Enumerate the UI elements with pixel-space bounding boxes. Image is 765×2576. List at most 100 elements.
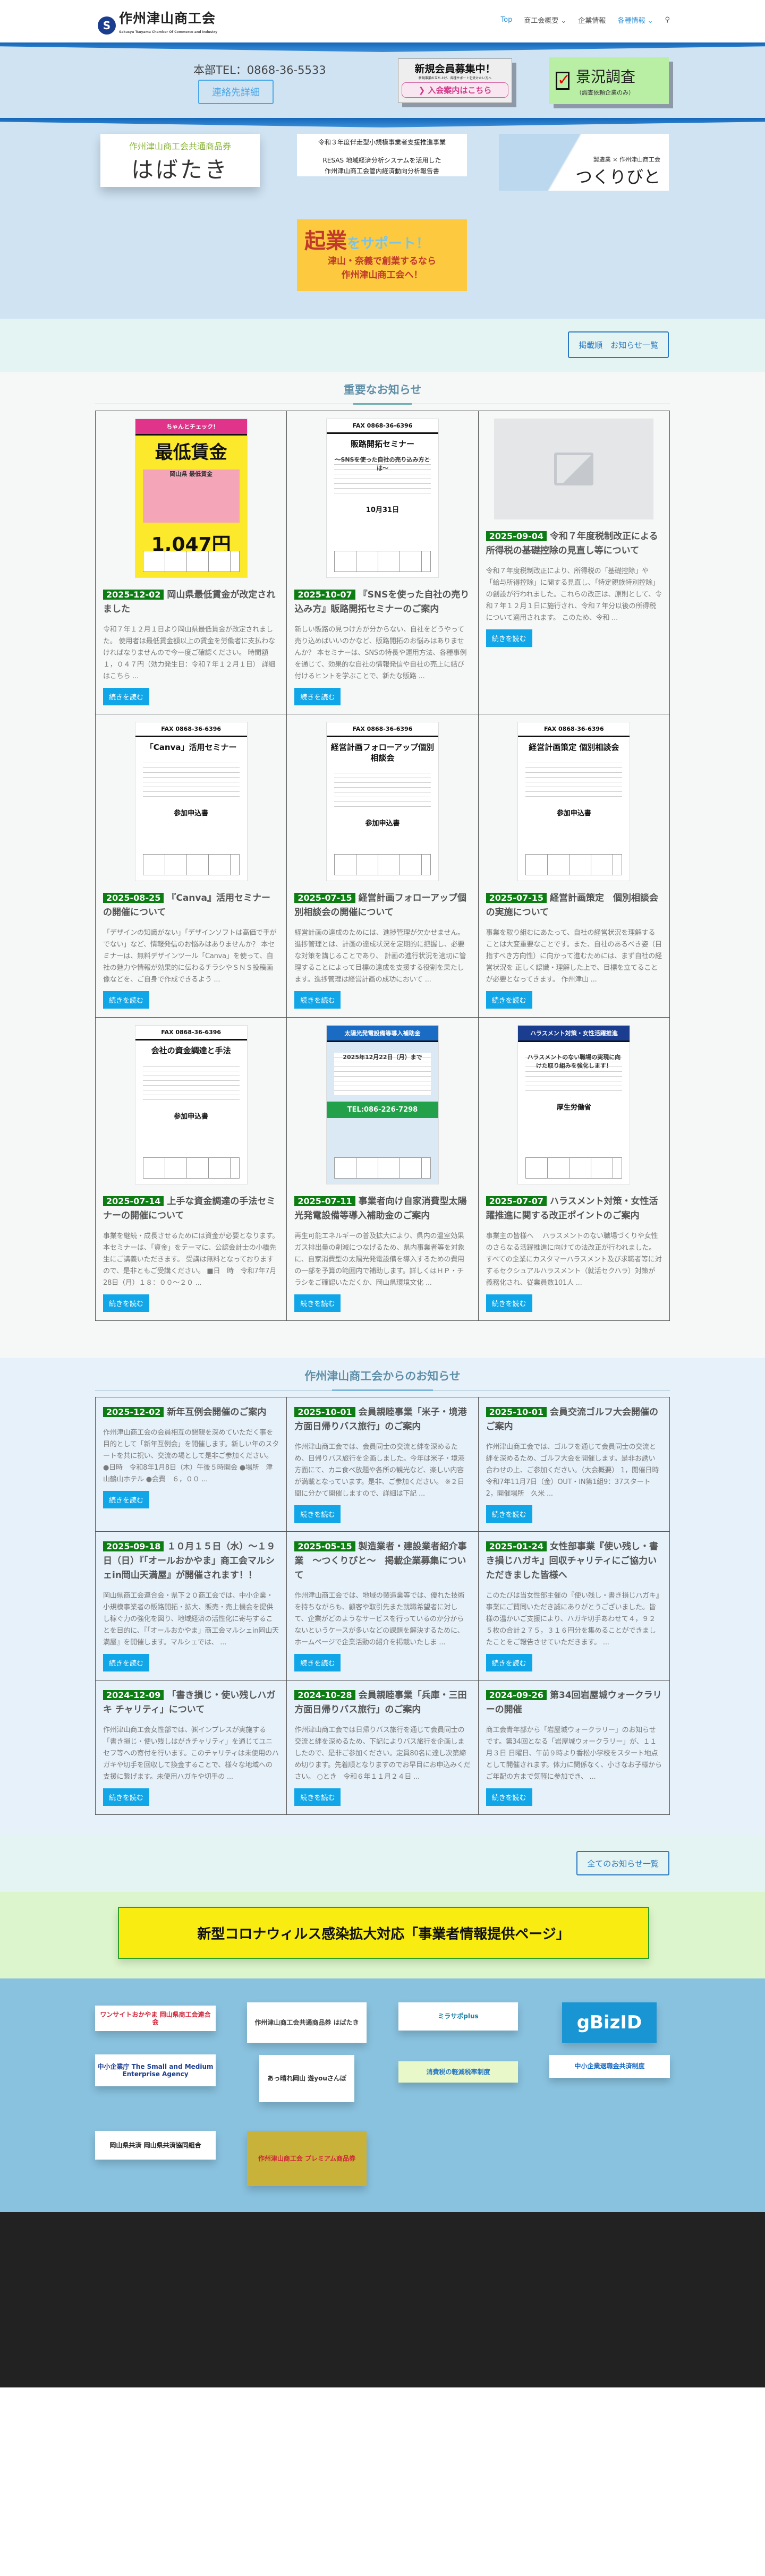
notice-title[interactable]: 2025-09-18 １０月１５日（水）～１９日（日）『「オールおかやま」商工会マ… [103, 1539, 279, 1583]
read-more-button[interactable]: 続きを読む [103, 1654, 150, 1671]
notice-card: ちゃんとチェック! 最低賃金 岡山県 最低賃金 1,047円 2025-12-0… [96, 411, 287, 714]
phone-number: 本部TEL：0868-36-5533 [193, 64, 326, 76]
nav-item[interactable]: 各種情報 ⌄ [617, 15, 653, 25]
link-banner-keigen-zeiritsu[interactable]: 消費税の軽減税率制度 [398, 2061, 518, 2083]
read-more-button[interactable]: 続きを読む [486, 1294, 532, 1312]
read-more-button[interactable]: 続きを読む [486, 1654, 532, 1671]
notice-title[interactable]: 2024-10-28 会員親睦事業「兵庫・三田方面日帰りバス旅行」のご案内 [294, 1688, 470, 1717]
notice-title[interactable]: 2025-07-11 事業者向け自家消費型太陽光発電設備等導入補助金のご案内 [294, 1194, 470, 1223]
notice-list-button[interactable]: 掲載順 お知らせ一覧 [568, 331, 669, 358]
nav-item[interactable]: 商工会概要 ⌄ [524, 15, 566, 25]
flyer-footer: 参加申込書 [174, 1112, 209, 1121]
read-more-button[interactable]: 続きを読む [486, 1788, 532, 1806]
notice-date: 2025-09-04 [486, 531, 547, 541]
notice-excerpt: 作州津山商工会の会員相互の懇親を深めていただく事を目的として「新年互例会」を開催… [103, 1429, 279, 1483]
notice-title[interactable]: 2025-07-14 上手な資金調達の手法セミナーの開催について [103, 1194, 279, 1223]
banner-section: 作州津山商工会共通商品券 はばたき 令和３年度伴走型小規模事業者支援推進事業 RES… [0, 127, 765, 319]
flyer-header: ちゃんとチェック! [135, 419, 247, 436]
notice-flyer-image[interactable]: FAX 0868-36-6396 「Canva」活用セミナー 参加申込書 [134, 722, 248, 881]
nav-item[interactable]: 企業情報 [578, 15, 606, 25]
notice-flyer-image[interactable]: FAX 0868-36-6396 会社の資金調達と手法 参加申込書 [134, 1025, 248, 1184]
link-banner-gbizid[interactable]: gBizID [562, 2002, 657, 2043]
notice-title[interactable]: 2025-07-07 ハラスメント対策・女性活躍推進に関する改正ポイントのご案内 [486, 1194, 662, 1223]
notice-title[interactable]: 2025-12-02 新年互例会開催のご案内 [103, 1405, 279, 1420]
notice-title[interactable]: 2025-07-15 経営計画策定 個別相談会の実施について [486, 891, 662, 920]
notice-title[interactable]: 2025-10-01 会員交流ゴルフ大会開催のご案内 [486, 1405, 662, 1434]
notice-title[interactable]: 2024-09-26 第34回岩屋城ウォークラリーの開催 [486, 1688, 662, 1717]
notice-title[interactable]: 2025-01-24 女性部事業『使い残し・書き損じハガキ』回収チャリティにご協力… [486, 1539, 662, 1583]
link-banner-mirasapo[interactable]: ミラサポplus [398, 2002, 518, 2031]
site-footer [0, 2212, 765, 2387]
notice-date: 2025-01-24 [486, 1541, 547, 1551]
read-more-button[interactable]: 続きを読む [486, 991, 532, 1009]
notice-card: FAX 0868-36-6396 経営計画フォローアップ個別相談会 参加申込書 … [287, 714, 479, 1018]
notice-excerpt: 作州津山商工会では、会員同士の交流と絆を深めるため、日帰りバス旅行を企画しました… [294, 1443, 465, 1498]
flyer-footer: 参加申込書 [174, 809, 209, 817]
read-more-button[interactable]: 続きを読む [294, 1788, 341, 1806]
notice-flyer-image[interactable]: ハラスメント対策・女性活躍推進 ハラスメントのない職場の実現に向けた取り組みを強… [517, 1025, 631, 1184]
search-icon[interactable]: ⚲ [665, 16, 670, 24]
read-more-button[interactable]: 続きを読む [103, 688, 150, 705]
read-more-button[interactable]: 続きを読む [294, 991, 341, 1009]
corona-info-banner[interactable]: 新型コロナウィルス感染拡大対応「事業者情報提供ページ」 [118, 1907, 649, 1959]
read-more-button[interactable]: 続きを読む [294, 688, 341, 705]
notice-title[interactable]: 2024-12-09 「書き損じ・使い残しハガキ チャリティ」について [103, 1688, 279, 1717]
link-banner-okayama-kyosai[interactable]: 岡山県共済 岡山県共済協同組合 [95, 2131, 216, 2160]
notice-card: 2025-09-18 １０月１５日（水）～１９日（日）『「オールおかやま」商工会マ… [96, 1532, 287, 1681]
read-more-button[interactable]: 続きを読む [103, 1788, 150, 1806]
notice-flyer-image[interactable]: ちゃんとチェック! 最低賃金 岡山県 最低賃金 1,047円 [134, 419, 248, 578]
notice-excerpt: 再生可能エネルギーの普及拡大により、県内の温室効果ガス排出量の削減につなげるため… [294, 1232, 465, 1287]
all-notices-button[interactable]: 全てのお知らせ一覧 [576, 1851, 669, 1875]
all-notices-bar: 全てのお知らせ一覧 [0, 1836, 765, 1892]
tsukuribito-sub: 製造業 × 作州津山商工会 [593, 156, 660, 163]
link-banner-chusho-kigyo-cho[interactable]: 中小企業庁 The Small and Medium Enterprise Ag… [95, 2054, 216, 2086]
notice-date: 2025-10-07 [294, 590, 355, 600]
read-more-button[interactable]: 続きを読む [486, 1505, 532, 1523]
notice-title[interactable]: 2025-12-02 岡山県最低賃金が改定されました [103, 587, 279, 617]
notice-title[interactable]: 2025-09-04 令和７年度税制改正による所得税の基礎控除の見直し等について [486, 529, 662, 558]
read-more-button[interactable]: 続きを読む [103, 1491, 150, 1508]
notice-flyer-image[interactable]: 太陽光発電設備等導入補助金 2025年12月22日（月）まで TEL:086-2… [326, 1025, 439, 1184]
notice-flyer-image[interactable]: FAX 0868-36-6396 経営計画フォローアップ個別相談会 参加申込書 [326, 722, 439, 881]
read-more-button[interactable]: 続きを読む [294, 1654, 341, 1671]
notice-card: 2025-05-15 製造業者・建設業者紹介事業 ～つくりびと～ 掲載企業募集につ… [287, 1532, 479, 1681]
notice-flyer-image[interactable]: FAX 0868-36-6396 経営計画策定 個別相談会 参加申込書 [517, 722, 631, 881]
tsukuribito-banner[interactable]: 製造業 × 作州津山商工会つくりびと [499, 134, 669, 191]
notice-title[interactable]: 2025-05-15 製造業者・建設業者紹介事業 ～つくりびと～ 掲載企業募集につ… [294, 1539, 470, 1583]
notice-title[interactable]: 2025-08-25 『Canva』活用セミナーの開催について [103, 891, 279, 920]
nav-item[interactable]: Top [500, 16, 512, 24]
habataki-banner[interactable]: 作州津山商工会共通商品券 はばたき [100, 134, 260, 187]
link-banner-chutaikyo[interactable]: 中小企業退職金共済制度 [549, 2055, 670, 2078]
resas-report-banner[interactable]: 令和３年度伴走型小規模事業者支援推進事業 RESAS 地域経済分析システムを活用し… [297, 134, 467, 176]
flyer-footer: 厚生労働省 [556, 1104, 591, 1112]
notice-flyer-image[interactable]: FAX 0868-36-6396 販路開拓セミナー ～SNSを使った自社の売り込… [326, 419, 439, 578]
link-banner-habataki[interactable]: 作州津山商工会共通商品券 はばたき [247, 2002, 367, 2043]
image-placeholder-icon[interactable] [494, 419, 654, 519]
notice-card: FAX 0868-36-6396 「Canva」活用セミナー 参加申込書 202… [96, 714, 287, 1018]
notice-title[interactable]: 2025-07-15 経営計画フォローアップ個別相談会の開催について [294, 891, 470, 920]
logo-gear-icon: S [98, 16, 116, 35]
read-more-button[interactable]: 続きを読む [294, 1294, 341, 1312]
flyer-header: FAX 0868-36-6396 [326, 419, 438, 434]
read-more-button[interactable]: 続きを読む [294, 1505, 341, 1523]
read-more-button[interactable]: 続きを読む [103, 1294, 150, 1312]
notice-title[interactable]: 2025-10-07 『SNSを使った自社の売り込み方』販路開拓セミナーのご案内 [294, 587, 470, 617]
survey-title: 景況調査 [576, 67, 636, 86]
link-banner-onesite-okayama[interactable]: ワンサイトおかやま 岡山県商工会連合会 [95, 2006, 216, 2031]
notice-card: 2025-12-02 新年互例会開催のご案内 作州津山商工会の会員相互の懇親を深め… [96, 1397, 287, 1532]
read-more-button[interactable]: 続きを読む [486, 629, 532, 647]
link-banner-premium-ticket[interactable]: 作州津山商工会 プレミアム商品券 [247, 2131, 367, 2186]
flyer-body: ハラスメントのない職場の実現に向けた取り組みを強化します！ [525, 1053, 623, 1095]
business-survey-banner[interactable]: ✓ 景況調査 （調査依頼企業のみ） [549, 57, 669, 104]
link-banner-appare-okayama[interactable]: あっ晴れ岡山 遊youさんぽ [259, 2055, 354, 2102]
tsukuribito-title: つくりびと [575, 167, 660, 187]
contact-detail-button[interactable]: 連絡先詳細 [198, 80, 274, 104]
member-banner-sub: 新規事業の立ち上げ、各種サポートを受けたい方へ [418, 76, 492, 80]
flyer-header: FAX 0868-36-6396 [326, 722, 438, 737]
site-logo[interactable]: S 作州津山商工会 Sakusyu Tsuyama Chamber Of Comm… [98, 12, 217, 39]
read-more-button[interactable]: 続きを読む [103, 991, 150, 1009]
new-member-banner[interactable]: 新規会員募集中！ 新規事業の立ち上げ、各種サポートを受けたい方へ ❯ 入会案内は… [398, 58, 512, 103]
important-grid: ちゃんとチェック! 最低賃金 岡山県 最低賃金 1,047円 2025-12-0… [95, 411, 670, 1321]
notice-title[interactable]: 2025-10-01 会員親睦事業「米子・境港方面日帰りバス旅行」のご案内 [294, 1405, 470, 1434]
startup-support-banner[interactable]: 起業をサポート！ 津山・奈義で創業するなら 作州津山商工会へ！ [297, 219, 467, 291]
